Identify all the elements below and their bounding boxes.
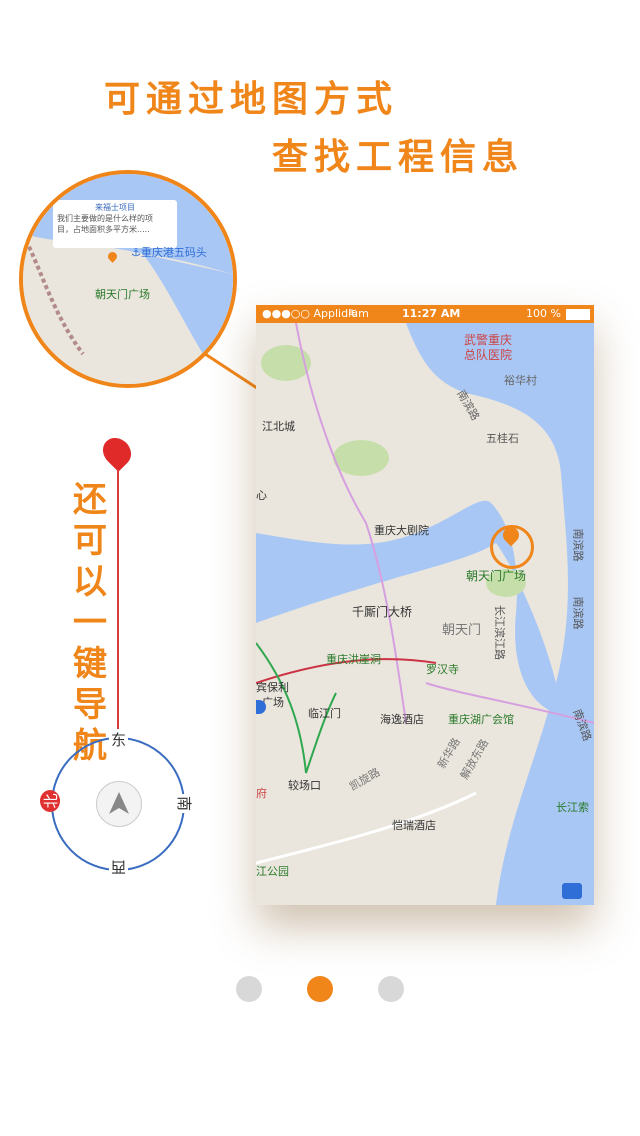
map-label-grand-theatre: 重庆大剧院: [374, 524, 429, 537]
status-time: 11:27 AM: [402, 307, 461, 320]
compass-north: 北: [40, 790, 60, 812]
map-label-nanbinlu-3: 南滨路: [571, 596, 585, 630]
map-label-nanbinlu-2: 南滨路: [571, 528, 585, 562]
map-label-kairui-hotel: 恺瑞酒店: [392, 819, 436, 832]
popup-line-1: 我们主要做的是什么样的项: [57, 214, 153, 223]
navigate-button[interactable]: [96, 781, 142, 827]
page-dot-2-active[interactable]: [307, 976, 333, 1002]
page-dot-1[interactable]: [236, 976, 262, 1002]
map-label-luohan-temple: 罗汉寺: [426, 663, 459, 676]
project-popup[interactable]: 来福士项目 我们主要做的是什么样的项 目，占地面积多平方米.....: [53, 200, 177, 248]
map-label-hongyadong: 重庆洪崖洞: [326, 653, 381, 666]
zoom-circle: 来福士项目 我们主要做的是什么样的项 目，占地面积多平方米..... ⚓重庆港五…: [19, 170, 237, 388]
home-icon[interactable]: [562, 883, 582, 899]
map-label-haiyi-hotel: 海逸酒店: [380, 713, 424, 726]
map-label-jiangbeicheng: 江北城: [262, 420, 295, 433]
map-label-linjiangmen: 临江门: [308, 707, 341, 720]
compass-east: 东: [109, 729, 129, 750]
map-label-jiang-park: 江公园: [256, 865, 289, 878]
map-label-changjiang: 长江滨江路: [493, 605, 506, 660]
page-dot-3[interactable]: [378, 976, 404, 1002]
map-label-baoli: 宾保利: [256, 681, 289, 694]
battery-label: 100 %: [526, 307, 561, 320]
map-label-chaotianmen-square: 朝天门广场: [466, 569, 527, 583]
compass-west: 西: [109, 857, 129, 878]
map-label-xin: 心: [256, 489, 267, 502]
popup-title: 来福士项目: [95, 203, 135, 212]
map-label-zongdui: 总队医院: [464, 348, 513, 362]
compass-south: 南: [174, 793, 196, 814]
battery-icon: [566, 309, 590, 320]
wifi-icon: ≋: [348, 306, 358, 319]
map-label-chaotianmen: 朝天门: [442, 623, 482, 638]
compass-ring: 东 南 西 北: [40, 729, 196, 878]
map-label-yuhuacun: 裕华村: [504, 374, 537, 387]
map-label-jiaochangkou: 较场口: [288, 779, 321, 792]
map-label-fu: 府: [256, 787, 267, 800]
map-label-qiansimen-bridge: 千厮门大桥: [352, 605, 413, 619]
red-guide-line: [117, 470, 119, 732]
map-label-changjiang-cable: 长江索: [556, 801, 589, 814]
map-label-wuguishi: 五桂石: [486, 432, 519, 445]
zoom-pier-text: 重庆港五码头: [140, 246, 207, 259]
status-bar: ●●●○○ Applidium ≋ 11:27 AM 100 %: [256, 305, 594, 323]
zoom-pier-label: ⚓重庆港五码头: [131, 246, 207, 259]
navigation-title: 还可以一键导航: [73, 480, 107, 766]
map-label-huguang: 重庆湖广会馆: [448, 713, 514, 726]
popup-line-2: 目，占地面积多平方米.....: [57, 225, 150, 234]
phone-screen: ●●●○○ Applidium ≋ 11:27 AM 100 % 武警重庆 总队…: [256, 305, 594, 905]
navigation-arrow-icon: [109, 792, 129, 814]
zoom-square-label: 朝天门广场: [95, 288, 150, 301]
